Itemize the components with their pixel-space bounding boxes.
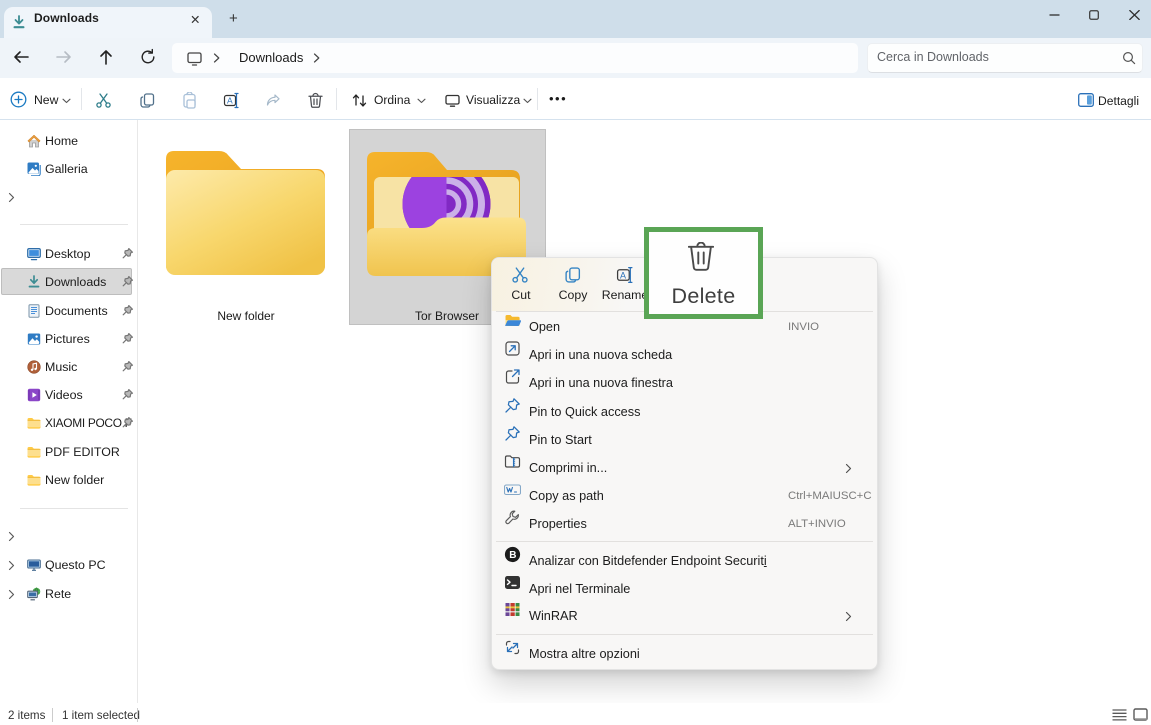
svg-text:B: B bbox=[509, 550, 516, 561]
svg-text:A: A bbox=[620, 270, 626, 280]
svg-text:A: A bbox=[227, 96, 233, 106]
